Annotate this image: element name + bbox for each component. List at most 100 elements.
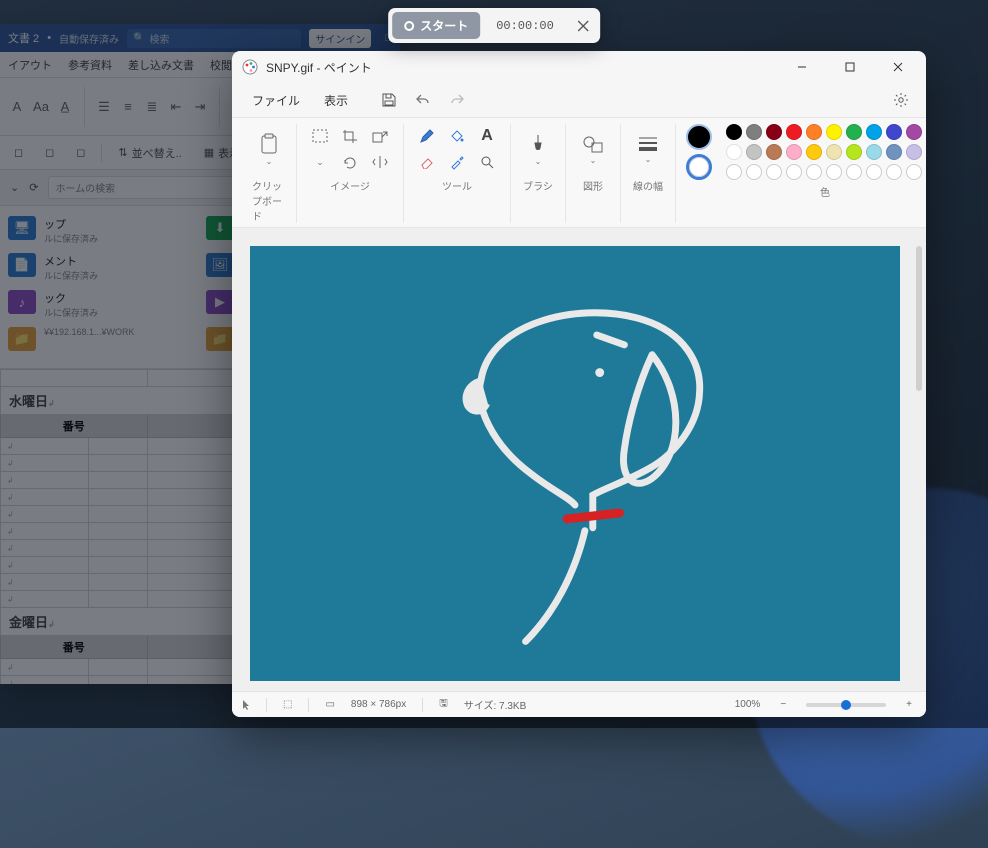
capture-close-button[interactable]	[570, 13, 596, 39]
color-swatch[interactable]	[726, 144, 742, 160]
sign-in-button[interactable]: サインイン	[309, 29, 371, 48]
paint-window: SNPY.gif - ペイント ファイル 表示 ⌄ クリップボード	[232, 51, 926, 717]
fill-button[interactable]	[444, 124, 470, 148]
color-swatch[interactable]	[866, 144, 882, 160]
list-icon[interactable]: ≣	[143, 98, 161, 116]
numbering-icon[interactable]: ≡	[119, 98, 137, 116]
color-swatch-empty[interactable]	[886, 164, 902, 180]
stroke-width-button[interactable]: ⌄	[631, 124, 665, 174]
tab-review[interactable]: 校閲	[208, 53, 234, 77]
color-swatch[interactable]	[726, 124, 742, 140]
dropdown-icon[interactable]: ⌄	[10, 181, 19, 194]
resize-button[interactable]	[367, 124, 393, 148]
nav-up-button[interactable]: ◻	[39, 143, 60, 162]
color-swatch[interactable]	[766, 144, 782, 160]
color-swatch-empty[interactable]	[726, 164, 742, 180]
color-swatch[interactable]	[806, 124, 822, 140]
word-search[interactable]: 🔍 検索	[127, 29, 301, 48]
tab-layout[interactable]: イアウト	[6, 53, 54, 77]
color-swatch[interactable]	[746, 144, 762, 160]
color-swatch-empty[interactable]	[746, 164, 762, 180]
rotate-button[interactable]	[337, 150, 363, 174]
color-swatch[interactable]	[746, 124, 762, 140]
crop-button[interactable]	[337, 124, 363, 148]
color-2-swatch[interactable]	[686, 154, 712, 180]
paint-app-icon	[242, 59, 258, 75]
refresh-icon[interactable]: ⟳	[29, 181, 38, 194]
color-swatch-empty[interactable]	[866, 164, 882, 180]
window-minimize-button[interactable]	[782, 53, 822, 81]
tab-references[interactable]: 参考資料	[66, 53, 114, 77]
color-swatch-empty[interactable]	[766, 164, 782, 180]
select-rect-button[interactable]	[307, 124, 333, 148]
font-icon[interactable]: A	[8, 98, 26, 116]
color-swatch[interactable]	[786, 124, 802, 140]
window-maximize-button[interactable]	[830, 53, 870, 81]
folder-music[interactable]: ♪ ックルに保存済み	[8, 290, 194, 319]
color-swatch-empty[interactable]	[786, 164, 802, 180]
color-swatch-empty[interactable]	[846, 164, 862, 180]
color-swatch[interactable]	[786, 144, 802, 160]
color-swatch-empty[interactable]	[806, 164, 822, 180]
color-swatch[interactable]	[826, 144, 842, 160]
undo-button[interactable]	[408, 86, 438, 114]
text-button[interactable]: A	[474, 124, 500, 148]
scrollbar-thumb[interactable]	[916, 246, 922, 391]
zoom-button[interactable]	[474, 150, 500, 174]
close-icon	[893, 62, 903, 72]
color-swatch[interactable]	[906, 124, 922, 140]
indent-inc-icon[interactable]: ⇥	[191, 98, 209, 116]
menu-view[interactable]: 表示	[314, 87, 358, 114]
picker-button[interactable]	[444, 150, 470, 174]
color-swatch[interactable]	[866, 124, 882, 140]
zoom-slider[interactable]	[806, 703, 886, 707]
color-swatch-empty[interactable]	[826, 164, 842, 180]
color-swatch[interactable]	[826, 124, 842, 140]
zoom-out-button[interactable]: −	[776, 699, 790, 710]
highlight-icon[interactable]: A̲	[56, 98, 74, 116]
color-swatch[interactable]	[806, 144, 822, 160]
flip-button[interactable]	[367, 150, 393, 174]
color-swatch-empty[interactable]	[906, 164, 922, 180]
color-swatch[interactable]	[906, 144, 922, 160]
shapes-button[interactable]: ⌄	[576, 124, 610, 174]
color-swatch[interactable]	[886, 124, 902, 140]
document-icon: 📄	[8, 253, 36, 277]
nav-back-button[interactable]: ◻	[8, 143, 29, 162]
file-size-icon: 🖫	[439, 696, 448, 713]
zoom-in-button[interactable]: +	[902, 699, 916, 710]
minimize-icon	[797, 62, 807, 72]
brush-button[interactable]: ⌄	[521, 124, 555, 174]
redo-button[interactable]	[442, 86, 472, 114]
paint-canvas[interactable]	[250, 246, 900, 681]
sort-button[interactable]: ⇅ 並べ替え..	[112, 142, 187, 164]
pencil-button[interactable]	[414, 124, 440, 148]
folder-document[interactable]: 📄 メントルに保存済み	[8, 253, 194, 282]
folder-work[interactable]: 📁 ¥¥192.168.1...¥WORK	[8, 327, 194, 356]
vertical-scrollbar[interactable]	[912, 228, 926, 691]
nav-refresh-button[interactable]: ◻	[70, 143, 91, 162]
menu-file[interactable]: ファイル	[242, 87, 310, 114]
tab-mailings[interactable]: 差し込み文書	[126, 53, 196, 77]
color-swatch[interactable]	[766, 124, 782, 140]
group-label-stroke: 線の幅	[633, 178, 663, 193]
network-folder-icon: 📁	[8, 327, 36, 351]
folder-desktop[interactable]: 🖥 ップルに保存済み	[8, 216, 194, 245]
eraser-button[interactable]	[414, 150, 440, 174]
select-dropdown[interactable]: ⌄	[307, 150, 333, 174]
save-button[interactable]	[374, 86, 404, 114]
capture-timer: 00:00:00	[484, 19, 566, 33]
window-close-button[interactable]	[878, 53, 918, 81]
paste-button[interactable]: ⌄	[252, 124, 286, 174]
color-swatch[interactable]	[886, 144, 902, 160]
color-1-swatch[interactable]	[686, 124, 712, 150]
bullets-icon[interactable]: ☰	[95, 98, 113, 116]
font-color-icon[interactable]: Aa	[32, 98, 50, 116]
shapes-icon	[582, 134, 604, 154]
group-color: ⌄ 色	[675, 124, 926, 223]
color-swatch[interactable]	[846, 124, 862, 140]
color-swatch[interactable]	[846, 144, 862, 160]
settings-button[interactable]	[886, 86, 916, 114]
indent-dec-icon[interactable]: ⇤	[167, 98, 185, 116]
capture-start-button[interactable]: スタート	[392, 12, 480, 39]
